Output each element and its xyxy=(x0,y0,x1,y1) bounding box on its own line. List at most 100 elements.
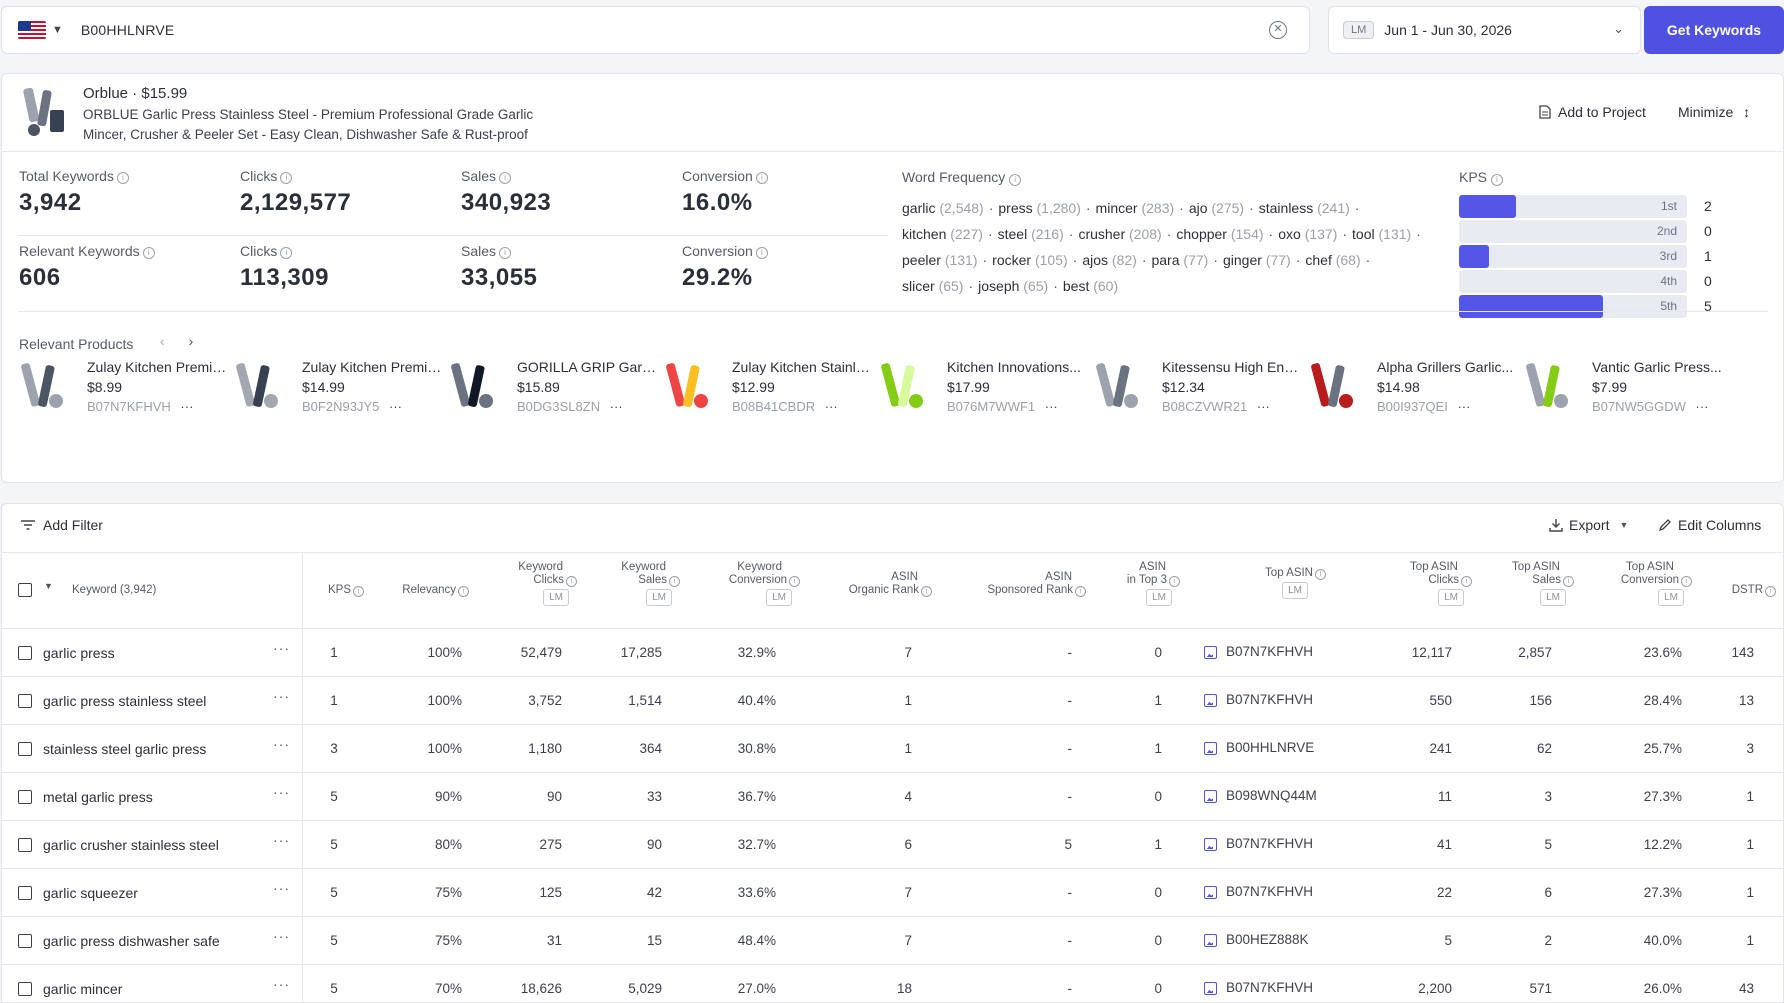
info-icon[interactable]: i xyxy=(669,576,680,587)
more-options-icon[interactable]: ··· xyxy=(1041,399,1058,414)
word-frequency-item[interactable]: garlic (2,548) xyxy=(902,200,984,216)
word-frequency-item[interactable]: stainless (241) xyxy=(1259,200,1350,216)
relevant-product-card[interactable]: Zulay Kitchen Stainless... $12.99 B08B41CB… xyxy=(663,357,873,419)
col-asin-organic-rank[interactable]: ASIN Organic Rank i xyxy=(822,571,932,597)
relevant-product-card[interactable]: Alpha Grillers Garlic... $14.98 B00I937QEI… xyxy=(1308,357,1518,419)
top-asin-cell[interactable]: B07N7KFHVH xyxy=(1226,980,1313,995)
col-relevancy[interactable]: Relevancy i xyxy=(387,584,469,597)
minimize-button[interactable]: Minimize ↕ xyxy=(1678,104,1750,120)
more-options-icon[interactable]: ··· xyxy=(273,736,290,752)
info-icon[interactable]: i xyxy=(1681,576,1692,587)
info-icon[interactable]: i xyxy=(921,586,932,597)
table-row[interactable]: stainless steel garlic press ··· 3 100% 1,18… xyxy=(2,725,1783,773)
asin-search-field[interactable]: ▼ B00HHLNRVE ✕ xyxy=(1,6,1310,54)
chevron-down-icon[interactable]: ▼ xyxy=(44,581,53,591)
more-options-icon[interactable]: ··· xyxy=(606,399,623,414)
more-options-icon[interactable]: ··· xyxy=(273,976,290,992)
info-icon[interactable]: i xyxy=(755,172,768,184)
relevant-product-card[interactable]: Kitessensu High End... $12.34 B08CZVWR21 ·… xyxy=(1093,357,1303,419)
info-icon[interactable]: i xyxy=(1315,569,1326,580)
relevant-product-card[interactable]: GORILLA GRIP Garlic... $15.89 B0DG3SL8ZN ·… xyxy=(448,357,658,419)
word-frequency-item[interactable]: chopper (154) xyxy=(1176,226,1263,242)
word-frequency-item[interactable]: ajo (275) xyxy=(1189,200,1244,216)
more-options-icon[interactable]: ··· xyxy=(1454,399,1470,414)
info-icon[interactable]: i xyxy=(1490,174,1503,186)
top-asin-cell[interactable]: B07N7KFHVH xyxy=(1226,692,1313,707)
word-frequency-item[interactable]: oxo (137) xyxy=(1278,226,1337,242)
chevron-right-icon[interactable]: › xyxy=(189,333,218,349)
row-checkbox[interactable] xyxy=(18,694,32,708)
top-asin-cell[interactable]: B00HHLNRVE xyxy=(1226,740,1314,755)
word-frequency-item[interactable]: press (1,280) xyxy=(998,200,1080,216)
info-icon[interactable]: i xyxy=(1765,586,1776,597)
word-frequency-item[interactable]: mincer (283) xyxy=(1096,200,1175,216)
top-asin-cell[interactable]: B07N7KFHVH xyxy=(1226,836,1313,851)
more-options-icon[interactable]: ··· xyxy=(385,399,402,414)
relevant-product-card[interactable]: Zulay Kitchen Premium... $8.99 B07N7KFHVH … xyxy=(18,357,228,419)
more-options-icon[interactable]: ··· xyxy=(1253,399,1270,414)
date-range-picker[interactable]: LM Jun 1 - Jun 30, 2026 ⌄ xyxy=(1328,6,1641,54)
row-checkbox[interactable] xyxy=(18,742,32,756)
row-checkbox[interactable] xyxy=(18,646,32,660)
row-checkbox[interactable] xyxy=(18,838,32,852)
add-filter-button[interactable]: Add Filter xyxy=(20,517,103,533)
more-options-icon[interactable]: ··· xyxy=(273,640,290,656)
keyword-cell[interactable]: garlic press dishwasher safe xyxy=(43,933,220,949)
col-top-asin-clicks[interactable]: Top ASIN Clicks i LM xyxy=(1382,561,1472,606)
edit-columns-button[interactable]: Edit Columns xyxy=(1658,517,1761,533)
get-keywords-button[interactable]: Get Keywords xyxy=(1644,6,1784,54)
table-row[interactable]: garlic crusher stainless steel ··· 5 80% 275… xyxy=(2,821,1783,869)
info-icon[interactable]: i xyxy=(566,576,577,587)
info-icon[interactable]: i xyxy=(280,172,293,184)
add-to-project-button[interactable]: Add to Project xyxy=(1539,104,1646,120)
more-options-icon[interactable]: ··· xyxy=(273,784,290,800)
more-options-icon[interactable]: ··· xyxy=(177,399,193,414)
top-asin-cell[interactable]: B07N7KFHVH xyxy=(1226,644,1313,659)
chevron-down-icon[interactable]: ▼ xyxy=(52,24,63,36)
info-icon[interactable]: i xyxy=(1075,586,1086,597)
word-frequency-item[interactable]: ginger (77) xyxy=(1223,252,1291,268)
col-top-asin[interactable]: Top ASIN i LM xyxy=(1242,567,1326,599)
keyword-cell[interactable]: garlic squeezer xyxy=(43,885,138,901)
image-icon[interactable] xyxy=(1204,934,1217,947)
col-top-asin-conversion[interactable]: Top ASIN Conversion i LM xyxy=(1592,561,1692,606)
info-icon[interactable]: i xyxy=(499,247,512,259)
info-icon[interactable]: i xyxy=(1563,576,1574,587)
word-frequency-item[interactable]: best (60) xyxy=(1063,278,1118,294)
relevant-product-card[interactable]: Vantic Garlic Press... $7.99 B07NW5GGDW ··… xyxy=(1523,357,1733,419)
word-frequency-item[interactable]: ajos (82) xyxy=(1082,252,1136,268)
info-icon[interactable]: i xyxy=(499,172,512,184)
row-checkbox[interactable] xyxy=(18,790,32,804)
col-asin-sponsored-rank[interactable]: ASIN Sponsored Rank i xyxy=(962,571,1086,597)
keyword-cell[interactable]: garlic mincer xyxy=(43,981,122,997)
word-frequency-item[interactable]: kitchen (227) xyxy=(902,226,983,242)
info-icon[interactable]: i xyxy=(142,247,155,259)
word-frequency-item[interactable]: chef (68) xyxy=(1305,252,1360,268)
keyword-cell[interactable]: metal garlic press xyxy=(43,789,153,805)
export-button[interactable]: Export ▼ xyxy=(1549,517,1628,533)
info-icon[interactable]: i xyxy=(458,586,469,597)
relevant-product-card[interactable]: Kitchen Innovations... $17.99 B076M7WWF1 ·… xyxy=(878,357,1088,419)
word-frequency-item[interactable]: slicer (65) xyxy=(902,278,963,294)
word-frequency-item[interactable]: crusher (208) xyxy=(1078,226,1161,242)
word-frequency-item[interactable]: rocker (105) xyxy=(992,252,1067,268)
top-asin-cell[interactable]: B07N7KFHVH xyxy=(1226,884,1313,899)
table-row[interactable]: metal garlic press ··· 5 90% 90 33 36.7% 4 - 0 11 3… xyxy=(2,773,1783,821)
col-keyword-sales[interactable]: Keyword Sales i LM xyxy=(592,561,680,606)
word-frequency-item[interactable]: steel (216) xyxy=(998,226,1064,242)
col-asin-in-top-3[interactable]: ASIN in Top 3 i LM xyxy=(1102,561,1180,606)
info-icon[interactable]: i xyxy=(353,586,364,597)
info-icon[interactable]: i xyxy=(1461,576,1472,587)
image-icon[interactable] xyxy=(1204,742,1217,755)
keyword-cell[interactable]: garlic crusher stainless steel xyxy=(43,837,219,853)
info-icon[interactable]: i xyxy=(1009,174,1022,186)
select-all-checkbox[interactable] xyxy=(18,583,32,597)
more-options-icon[interactable]: ··· xyxy=(273,880,290,896)
image-icon[interactable] xyxy=(1204,982,1217,995)
info-icon[interactable]: i xyxy=(789,576,800,587)
us-flag-icon[interactable] xyxy=(18,21,46,39)
chevron-down-icon[interactable]: ⌄ xyxy=(1613,21,1624,37)
keyword-cell[interactable]: stainless steel garlic press xyxy=(43,741,206,757)
keyword-cell[interactable]: garlic press xyxy=(43,645,115,661)
image-icon[interactable] xyxy=(1204,694,1217,707)
